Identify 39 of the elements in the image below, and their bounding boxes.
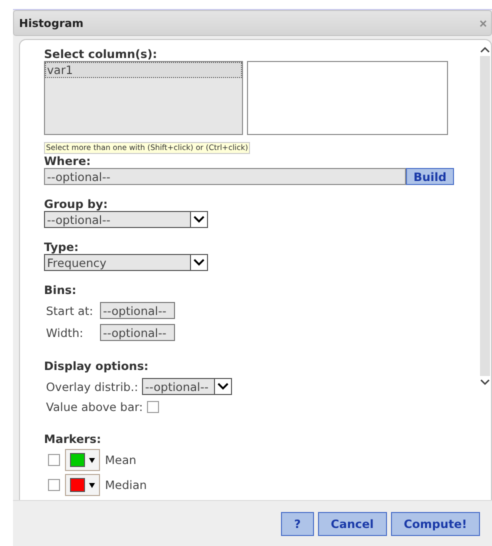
bin-field[interactable]: --optional--	[100, 324, 175, 341]
chevron-down-icon	[190, 212, 207, 227]
checkbox[interactable]	[48, 479, 60, 491]
build-button[interactable]: Build	[406, 168, 454, 185]
chevron-down-icon	[214, 379, 232, 394]
field-label: Start at:	[46, 304, 94, 318]
color-picker[interactable]	[65, 474, 100, 496]
dialog-button[interactable]: ?	[281, 512, 314, 536]
section-label: Type:	[44, 240, 80, 254]
chevron-down-icon	[190, 255, 207, 270]
marker-label: Mean	[105, 453, 136, 467]
group-by-dropdown[interactable]: --optional--	[44, 211, 208, 228]
list-item[interactable]: var1	[45, 62, 242, 78]
section-label: Bins:	[44, 283, 78, 297]
section-label: Markers:	[44, 432, 102, 446]
marker-label: Median	[105, 478, 147, 492]
section-label: Select column(s):	[44, 47, 158, 61]
bin-field[interactable]: --optional--	[100, 302, 175, 319]
field-label: Value above bar:	[46, 400, 143, 414]
type-dropdown[interactable]: Frequency	[44, 254, 208, 271]
section-label: Display options:	[44, 359, 150, 373]
scroll-down-icon[interactable]	[480, 378, 490, 386]
checkbox[interactable]	[146, 401, 159, 413]
column-list[interactable]: var1	[44, 61, 243, 135]
field-label: Width:	[46, 326, 84, 340]
dialog-button[interactable]: Cancel	[318, 512, 387, 536]
checkbox[interactable]	[48, 454, 60, 466]
selected-list[interactable]	[247, 61, 448, 135]
caret-icon	[89, 482, 95, 488]
dialog-button[interactable]: Compute!	[390, 512, 480, 536]
color-picker[interactable]	[65, 449, 100, 471]
field-label: Overlay distrib.:	[46, 380, 138, 394]
where-field[interactable]: --optional--	[44, 168, 406, 185]
caret-icon	[89, 458, 95, 462]
section-label: Where:	[44, 154, 92, 168]
window-title: Histogram	[19, 16, 84, 30]
overlay-dropdown[interactable]: --optional--	[142, 378, 232, 395]
section-label: Group by:	[44, 197, 109, 211]
scroll-up-icon[interactable]	[480, 46, 490, 54]
